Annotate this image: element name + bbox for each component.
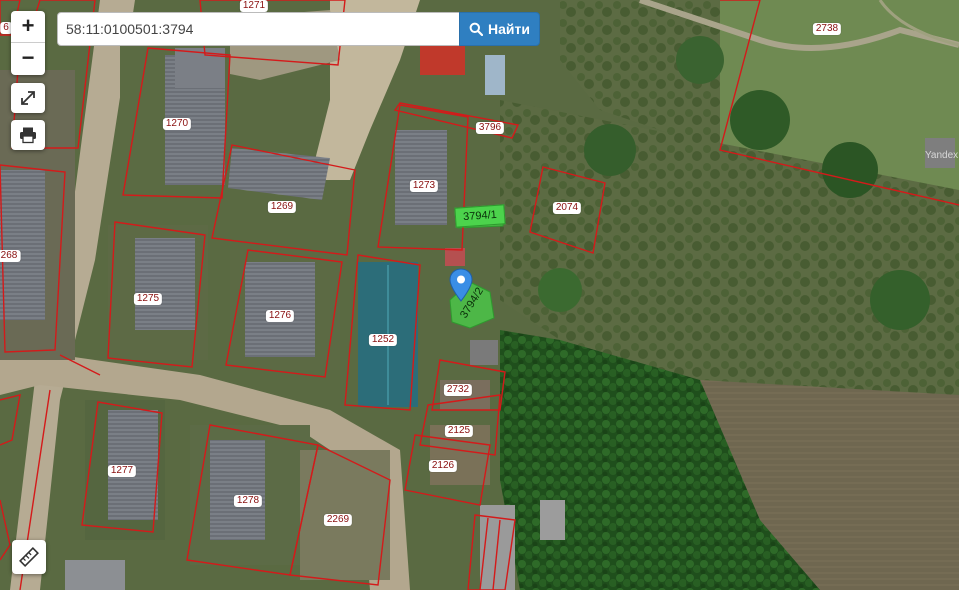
- parcel-3794-1-label[interactable]: 3794/1: [454, 204, 506, 228]
- parcel-label[interactable]: 2126: [428, 460, 458, 472]
- parcel-label[interactable]: 2269: [323, 514, 353, 526]
- location-pin-icon[interactable]: [449, 268, 473, 302]
- parcel-label[interactable]: 1252: [368, 334, 398, 346]
- printer-icon: [20, 127, 36, 144]
- zoom-in-button[interactable]: +: [11, 11, 45, 43]
- ruler-icon: [19, 547, 39, 567]
- zoom-control: + −: [11, 11, 45, 75]
- parcel-label[interactable]: 1270: [162, 118, 192, 130]
- parcel-label[interactable]: 2732: [443, 384, 473, 396]
- expand-icon: [21, 91, 35, 105]
- map-view[interactable]: 1271 6 2738 1270 3796 1273 2074 1269 268…: [0, 0, 959, 590]
- parcel-label[interactable]: 1273: [409, 180, 439, 192]
- search-button-label: Найти: [488, 21, 530, 37]
- search-button[interactable]: Найти: [459, 12, 540, 46]
- parcel-label[interactable]: 2125: [444, 425, 474, 437]
- cadastral-search-input[interactable]: [57, 12, 460, 46]
- parcel-label[interactable]: 1277: [107, 465, 137, 477]
- parcel-label[interactable]: 3796: [475, 122, 505, 134]
- zoom-out-button[interactable]: −: [11, 43, 45, 74]
- parcel-label[interactable]: 1271: [239, 0, 269, 12]
- parcel-label[interactable]: 268: [0, 250, 21, 262]
- parcel-label[interactable]: 1278: [233, 495, 263, 507]
- parcel-label[interactable]: 1275: [133, 293, 163, 305]
- parcel-label[interactable]: 2738: [812, 23, 842, 35]
- print-button[interactable]: [11, 120, 45, 150]
- parcel-label[interactable]: 1276: [265, 310, 295, 322]
- search-icon: [469, 22, 484, 36]
- parcel-label[interactable]: 2074: [552, 202, 582, 214]
- parcel-label[interactable]: 1269: [267, 201, 297, 213]
- fullscreen-button[interactable]: [11, 83, 45, 113]
- measure-button[interactable]: [12, 540, 46, 574]
- provider-watermark: Yandex: [925, 150, 959, 161]
